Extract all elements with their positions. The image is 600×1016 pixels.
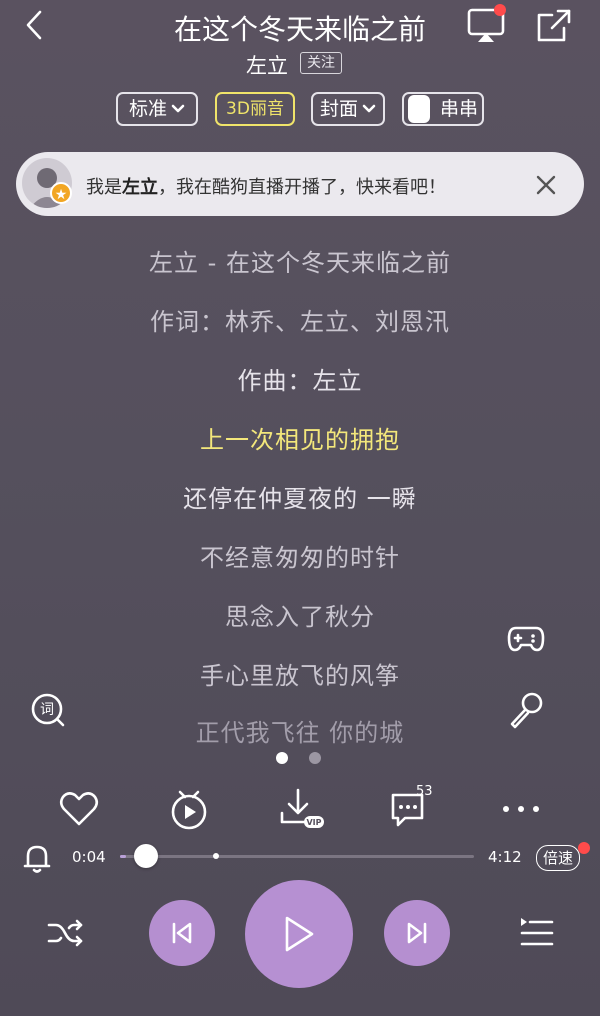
- lyric-line-current[interactable]: 上一次相见的拥抱: [0, 420, 600, 455]
- follow-button[interactable]: 关注: [300, 52, 342, 74]
- bell-icon[interactable]: [22, 842, 52, 874]
- cast-notification-dot: [494, 4, 506, 16]
- speed-notification-dot: [578, 842, 590, 854]
- play-button[interactable]: [245, 880, 353, 988]
- toggle-knob: [408, 95, 430, 123]
- cover-selector[interactable]: 封面: [311, 92, 385, 126]
- page-indicator-active[interactable]: [276, 752, 288, 764]
- lyric-line[interactable]: 左立 - 在这个冬天来临之前: [0, 243, 600, 278]
- prev-icon: [172, 922, 192, 944]
- share-icon[interactable]: [534, 6, 574, 46]
- more-icon[interactable]: [498, 786, 544, 832]
- star-badge-icon: ★: [50, 182, 72, 204]
- notice-text: 我是左立，我在酷狗直播开播了，快来看吧！: [86, 173, 446, 199]
- effect-button[interactable]: 3D丽音: [215, 92, 295, 126]
- quality-selector[interactable]: 标准: [116, 92, 198, 126]
- effect-label: 3D丽音: [226, 99, 284, 119]
- prev-button[interactable]: [149, 900, 215, 966]
- chevron-down-icon: [171, 104, 185, 113]
- speed-button[interactable]: 倍速: [536, 845, 581, 871]
- shuffle-icon[interactable]: [46, 914, 84, 952]
- lyric-line[interactable]: 不经意匆匆的时针: [0, 538, 600, 573]
- next-icon: [407, 922, 427, 944]
- back-icon[interactable]: [18, 8, 52, 42]
- lyric-line[interactable]: 作词：林乔、左立、刘恩汛: [0, 302, 600, 337]
- svg-text:词: 词: [40, 702, 54, 718]
- notice-suffix: ，我在酷狗直播开播了，快来看吧！: [158, 177, 446, 198]
- buffer-marker: [212, 853, 219, 859]
- artist-name[interactable]: 左立: [246, 50, 288, 80]
- lyric-mode-icon[interactable]: 词: [30, 692, 66, 728]
- play-icon: [285, 916, 314, 952]
- chuan-toggle[interactable]: 串串: [402, 92, 484, 126]
- download-icon[interactable]: VIP: [278, 786, 324, 832]
- song-title: 在这个冬天来临之前: [173, 13, 426, 46]
- chuan-label: 串串: [440, 98, 479, 120]
- current-time: 0:04: [72, 848, 106, 866]
- progress-fill: [120, 855, 126, 858]
- comment-count: 53: [416, 784, 433, 799]
- next-button[interactable]: [384, 900, 450, 966]
- page-indicator[interactable]: [309, 752, 321, 764]
- queue-icon[interactable]: [518, 914, 556, 952]
- lyric-line[interactable]: 手心里放飞的风筝: [0, 656, 600, 691]
- progress-track[interactable]: [120, 855, 474, 858]
- notice-prefix: 我是: [86, 177, 122, 198]
- progress-knob[interactable]: [133, 844, 158, 868]
- mic-icon[interactable]: [506, 690, 546, 730]
- close-icon[interactable]: [533, 172, 559, 198]
- cover-label: 封面: [319, 98, 358, 120]
- notice-name: 左立: [122, 177, 158, 198]
- mv-icon[interactable]: [166, 786, 212, 832]
- chevron-down-icon: [362, 104, 376, 113]
- vip-badge: VIP: [306, 818, 321, 827]
- heart-icon[interactable]: [56, 786, 102, 832]
- game-icon[interactable]: [506, 620, 546, 656]
- total-time: 4:12: [488, 848, 522, 866]
- quality-label: 标准: [128, 98, 167, 120]
- lyric-line[interactable]: 作曲：左立: [0, 361, 600, 396]
- lyric-line[interactable]: 还停在仲夏夜的 一瞬: [0, 479, 600, 514]
